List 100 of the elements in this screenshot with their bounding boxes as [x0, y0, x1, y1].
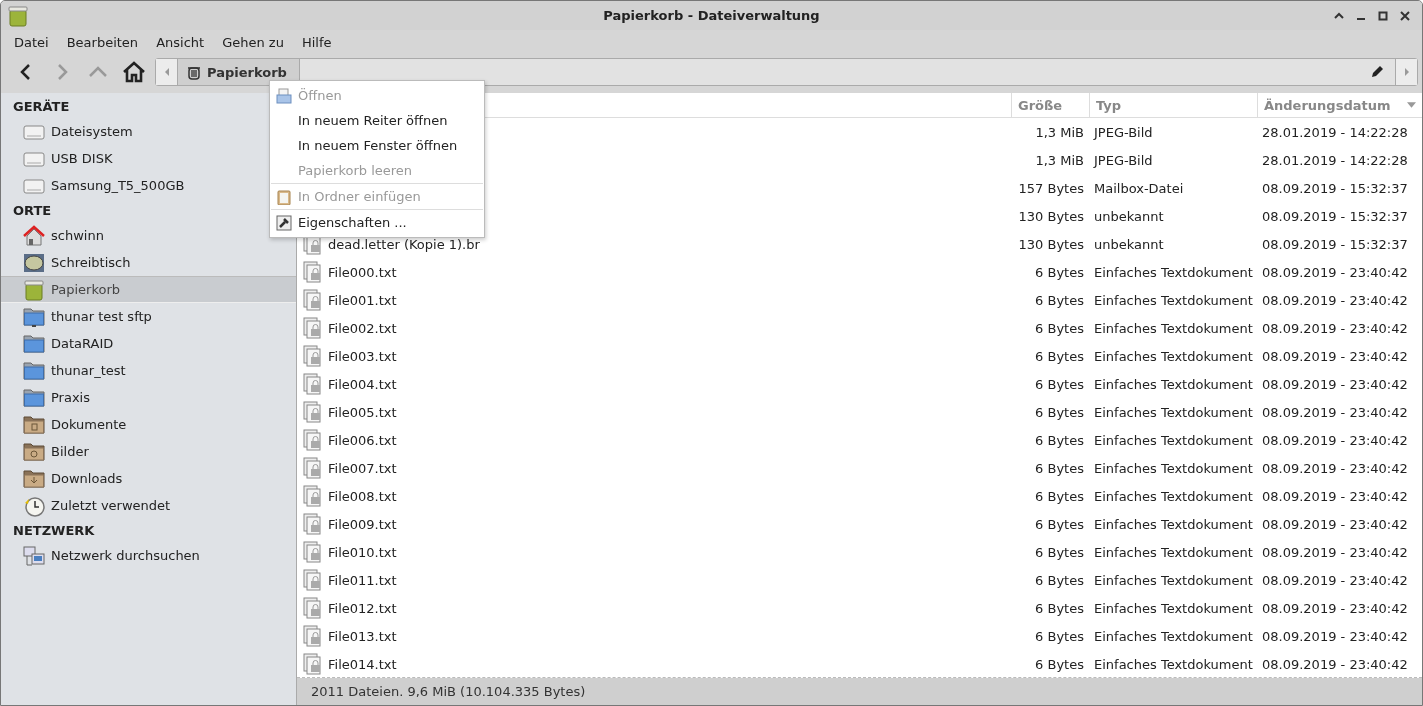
table-cell-text: 08.09.2019 - 15:32:37	[1261, 208, 1409, 224]
table-cell-text: unbekannt	[1093, 236, 1165, 252]
table-cell-text: Einfaches Textdokument	[1093, 264, 1254, 280]
clock-icon	[23, 494, 45, 517]
table-cell-text: Einfaches Textdokument	[1093, 628, 1254, 644]
table-cell-text: Einfaches Textdokument	[1093, 656, 1254, 672]
table-cell-text: 08.09.2019 - 23:40:42	[1261, 348, 1409, 364]
table-cell-text: Einfaches Textdokument	[1093, 488, 1254, 504]
table-cell-text: Mailbox-Datei	[1093, 180, 1185, 196]
table-cell-text: 6 Bytes	[1034, 628, 1085, 644]
file-name[interactable]: dead.letter (Kopie 1).br	[328, 236, 480, 252]
folder-icon	[23, 359, 45, 382]
file-name[interactable]: File008.txt	[328, 488, 397, 504]
camera-folder-icon	[23, 440, 45, 463]
table-cell-text: 1,3 MiB	[1034, 152, 1085, 168]
home-icon	[122, 60, 146, 84]
file-name[interactable]: File004.txt	[328, 376, 397, 392]
table-cell-text: 08.09.2019 - 23:40:42	[1261, 600, 1409, 616]
table-cell-text: 08.09.2019 - 15:32:37	[1261, 180, 1409, 196]
table-cell-text: 6 Bytes	[1034, 404, 1085, 420]
trash-icon	[186, 64, 202, 80]
sidebar-item[interactable]: Dokumente	[1, 411, 296, 438]
sidebar-item[interactable]: Papierkorb	[1, 276, 296, 303]
menu-item[interactable]: Bearbeiten	[57, 34, 148, 50]
file-name[interactable]: File014.txt	[328, 656, 397, 672]
network-icon	[23, 544, 45, 567]
section-heading: ORTE	[13, 202, 52, 220]
table-cell-text: 6 Bytes	[1034, 292, 1085, 308]
file-name[interactable]: File011.txt	[328, 572, 397, 588]
properties-icon	[276, 214, 292, 231]
trash-icon	[7, 4, 29, 27]
menu-item[interactable]: Hilfe	[292, 34, 341, 50]
sidebar-item[interactable]: thunar test sftp	[1, 303, 296, 330]
table-cell-text: 6 Bytes	[1034, 572, 1085, 588]
file-name[interactable]: File013.txt	[328, 628, 397, 644]
table-cell-text: 08.09.2019 - 23:40:42	[1261, 264, 1409, 280]
table-cell-text: 08.09.2019 - 23:40:42	[1261, 432, 1409, 448]
file-name[interactable]: File005.txt	[328, 404, 397, 420]
trash-icon	[23, 278, 45, 301]
sidebar-item[interactable]: Bilder	[1, 438, 296, 465]
pencil-icon[interactable]	[1369, 64, 1385, 80]
sidebar-item[interactable]: Netzwerk durchsuchen	[1, 542, 296, 569]
table-cell-text: Einfaches Textdokument	[1093, 544, 1254, 560]
close-icon[interactable]	[1400, 10, 1410, 21]
path-button[interactable]: Papierkorb	[178, 59, 300, 85]
maximize-icon[interactable]	[1378, 10, 1388, 21]
sidebar-item[interactable]: DataRAID	[1, 330, 296, 357]
left-arrow-icon	[163, 68, 170, 76]
section-heading: GERÄTE	[13, 98, 70, 116]
sidebar-item[interactable]: Schreibtisch	[1, 249, 296, 276]
sidebar-item[interactable]: Praxis	[1, 384, 296, 411]
file-name[interactable]: File012.txt	[328, 600, 397, 616]
table-cell-text: JPEG-Bild	[1092, 152, 1154, 168]
documents-folder-icon	[23, 413, 45, 436]
table-cell-text: 28.01.2019 - 14:22:28	[1261, 152, 1409, 168]
table-cell-text: Einfaches Textdokument	[1093, 516, 1254, 532]
table-cell-text: 6 Bytes	[1034, 348, 1085, 364]
sidebar-item[interactable]: Zuletzt verwendet	[1, 492, 296, 519]
file-name[interactable]: File006.txt	[328, 432, 397, 448]
table-cell-text: Einfaches Textdokument	[1093, 404, 1254, 420]
table-cell-text: JPEG-Bild	[1092, 124, 1154, 140]
column-header[interactable]: Größe	[1011, 93, 1089, 117]
table-cell-text: 08.09.2019 - 23:40:42	[1261, 404, 1409, 420]
file-name[interactable]: File000.txt	[328, 264, 397, 280]
file-name[interactable]: File002.txt	[328, 320, 397, 336]
sidebar-item[interactable]: Downloads	[1, 465, 296, 492]
menu-item[interactable]: Gehen zu	[213, 34, 293, 50]
table-cell-text: 08.09.2019 - 23:40:42	[1261, 572, 1409, 588]
table-cell-text: Einfaches Textdokument	[1093, 460, 1254, 476]
table-cell-text: Einfaches Textdokument	[1093, 348, 1254, 364]
file-name[interactable]: File001.txt	[328, 292, 397, 308]
table-cell-text: 130 Bytes	[1017, 236, 1085, 252]
file-name[interactable]: File003.txt	[328, 348, 397, 364]
table-cell-text: 08.09.2019 - 23:40:42	[1261, 544, 1409, 560]
table-cell-text: Einfaches Textdokument	[1093, 572, 1254, 588]
table-cell-text: Einfaches Textdokument	[1093, 376, 1254, 392]
table-cell-text: 08.09.2019 - 23:40:42	[1261, 292, 1409, 308]
file-name[interactable]: File010.txt	[328, 544, 397, 560]
document-icon	[276, 87, 292, 104]
table-cell-text: 08.09.2019 - 23:40:42	[1261, 488, 1409, 504]
table-cell-text: 6 Bytes	[1034, 376, 1085, 392]
table-cell-text: unbekannt	[1093, 208, 1165, 224]
folder-icon	[23, 386, 45, 409]
table-cell-text: 08.09.2019 - 23:40:42	[1261, 628, 1409, 644]
table-cell-text: 130 Bytes	[1017, 208, 1085, 224]
table-cell-text: 157 Bytes	[1017, 180, 1085, 196]
table-cell-text: 6 Bytes	[1034, 488, 1085, 504]
shade-icon[interactable]	[1334, 10, 1344, 21]
table-cell-text: Einfaches Textdokument	[1093, 292, 1254, 308]
menu-item[interactable]: Datei	[5, 34, 58, 50]
file-name[interactable]: File009.txt	[328, 516, 397, 532]
table-cell-text: 1,3 MiB	[1034, 124, 1085, 140]
table-cell-text: 28.01.2019 - 14:22:28	[1261, 124, 1409, 140]
file-name[interactable]: File007.txt	[328, 460, 397, 476]
column-header[interactable]: Änderungsdatum	[1257, 93, 1422, 117]
menu-item[interactable]: Ansicht	[147, 34, 214, 50]
table-cell-text: 6 Bytes	[1034, 320, 1085, 336]
section-heading: NETZWERK	[13, 522, 95, 540]
column-header[interactable]: Typ	[1089, 93, 1257, 117]
sidebar-item[interactable]: thunar_test	[1, 357, 296, 384]
